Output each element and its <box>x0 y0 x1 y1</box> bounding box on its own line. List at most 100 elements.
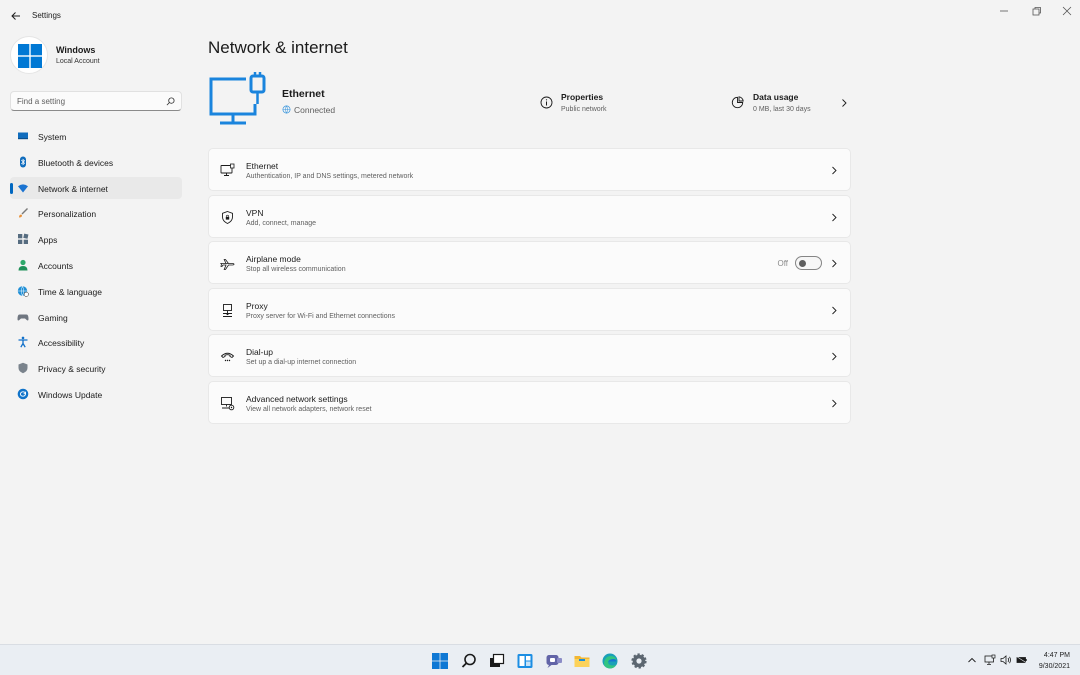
settings-icon[interactable] <box>630 652 648 670</box>
sidebar-item-label: Time & language <box>38 286 102 297</box>
dial-up-card[interactable]: Dial-up Set up a dial-up internet connec… <box>208 334 851 377</box>
proxy-card[interactable]: Proxy Proxy server for Wi-Fi and Etherne… <box>208 287 851 331</box>
sidebar-item-time-language[interactable]: Time & language <box>10 280 182 302</box>
globe-clock-icon <box>17 285 29 297</box>
sidebar-item-label: Accounts <box>38 260 73 271</box>
clock[interactable]: 4:47 PM 9/30/2021 <box>1039 650 1070 672</box>
restore-icon[interactable] <box>1025 4 1047 18</box>
back-arrow-icon[interactable] <box>8 8 24 24</box>
sidebar-item-label: Personalization <box>38 209 97 220</box>
file-explorer-icon[interactable] <box>573 652 591 670</box>
data-usage-subtitle: 0 MB, last 30 days <box>753 106 811 113</box>
chat-icon[interactable] <box>545 652 563 670</box>
connection-hero: Ethernet Connected Properties Public net… <box>208 70 850 132</box>
card-subtitle: Add, connect, manage <box>246 219 317 227</box>
sidebar-item-label: Bluetooth & devices <box>38 157 114 168</box>
connection-name: Ethernet <box>282 88 325 100</box>
airplane-mode-card[interactable]: Airplane mode Stop all wireless communic… <box>208 241 851 284</box>
minimize-icon[interactable] <box>993 4 1015 18</box>
account-type: Local Account <box>56 58 100 65</box>
chevron-right-icon <box>832 259 837 268</box>
vpn-card[interactable]: VPN Add, connect, manage <box>208 194 851 238</box>
card-subtitle: Authentication, IP and DNS settings, met… <box>246 173 414 180</box>
data-usage-icon <box>731 96 744 109</box>
title-bar: Settings <box>0 0 1080 32</box>
ethernet-pc-icon <box>209 72 266 125</box>
sidebar-item-bluetooth[interactable]: Bluetooth & devices <box>10 151 182 173</box>
brush-icon <box>19 208 28 218</box>
proxy-icon <box>223 303 232 317</box>
card-subtitle: View all network adapters, network reset <box>246 405 372 413</box>
sidebar-item-label: System <box>38 132 67 142</box>
gamepad-icon <box>17 314 29 321</box>
sidebar-item-label: Network & internet <box>38 183 108 194</box>
card-subtitle: Set up a dial-up internet connection <box>246 359 357 366</box>
advanced-network-settings-card[interactable]: Advanced network settings View all netwo… <box>208 380 851 424</box>
dialup-icon <box>220 352 235 362</box>
sidebar-item-label: Windows Update <box>38 389 103 400</box>
airplane-toggle-state: Off <box>777 259 788 268</box>
sidebar-item-label: Accessibility <box>38 338 85 349</box>
shield-icon <box>18 362 28 374</box>
volume-icon[interactable] <box>1000 654 1012 666</box>
sidebar-item-apps[interactable]: Apps <box>10 228 182 250</box>
info-icon <box>540 96 553 109</box>
chevron-right-icon <box>842 99 847 107</box>
card-title: Airplane mode <box>246 254 301 264</box>
card-title: VPN <box>246 207 264 218</box>
search-input[interactable]: Find a setting <box>10 91 182 111</box>
properties-subtitle: Public network <box>561 106 607 113</box>
advanced-network-icon <box>221 396 235 410</box>
card-subtitle: Proxy server for Wi-Fi and Ethernet conn… <box>246 312 396 320</box>
user-profile[interactable]: Windows Local Account <box>10 36 190 76</box>
ethernet-card[interactable]: Ethernet Authentication, IP and DNS sett… <box>208 148 851 191</box>
chevron-right-icon <box>832 213 837 221</box>
sidebar-item-label: Privacy & security <box>38 364 106 375</box>
widgets-icon[interactable] <box>516 652 534 670</box>
taskbar: 4:47 PM 9/30/2021 <box>0 644 1080 675</box>
sidebar-item-accessibility[interactable]: Accessibility <box>10 331 182 353</box>
sidebar-item-personalization[interactable]: Personalization <box>10 202 182 224</box>
search-placeholder: Find a setting <box>17 97 66 106</box>
system-icon <box>18 132 28 140</box>
card-title: Proxy <box>246 300 268 311</box>
ethernet-monitor-icon <box>220 163 235 176</box>
airplane-mode-toggle[interactable] <box>795 256 822 270</box>
network-icon[interactable] <box>984 654 996 666</box>
sidebar-nav: System Bluetooth & devices Network & int… <box>10 125 182 409</box>
user-name: Windows <box>56 45 96 55</box>
globe-icon <box>282 105 291 114</box>
sidebar-item-privacy-security[interactable]: Privacy & security <box>10 357 182 379</box>
chevron-right-icon <box>832 166 837 175</box>
active-indicator <box>10 182 13 194</box>
connection-status-text: Connected <box>294 105 336 115</box>
search-icon[interactable] <box>460 652 478 670</box>
sidebar-item-windows-update[interactable]: Windows Update <box>10 383 182 405</box>
page-title: Network & internet <box>208 38 348 57</box>
task-view-icon[interactable] <box>488 652 506 670</box>
wifi-icon <box>18 183 28 193</box>
start-icon[interactable] <box>431 652 449 670</box>
connection-status: Connected <box>282 105 335 115</box>
chevron-right-icon <box>832 399 837 407</box>
apps-icon <box>18 233 29 245</box>
chevron-right-icon <box>832 352 837 361</box>
sidebar-item-network[interactable]: Network & internet <box>10 176 182 199</box>
sidebar-item-label: Gaming <box>38 312 68 323</box>
card-title: Dial-up <box>246 347 273 357</box>
edge-icon[interactable] <box>601 652 619 670</box>
clock-date: 9/30/2021 <box>1038 663 1070 670</box>
data-usage-title: Data usage <box>753 92 799 102</box>
properties-link[interactable]: Properties Public network <box>540 92 660 118</box>
battery-icon[interactable] <box>1016 654 1028 666</box>
search-icon <box>166 97 175 106</box>
close-icon[interactable] <box>1056 4 1078 18</box>
chevron-up-icon[interactable] <box>966 654 978 666</box>
sidebar-item-system[interactable]: System <box>10 125 182 147</box>
clock-time: 4:47 PM <box>1043 652 1070 659</box>
card-title: Ethernet <box>246 161 279 171</box>
data-usage-link[interactable]: Data usage 0 MB, last 30 days <box>731 92 851 118</box>
sidebar-item-label: Apps <box>38 235 58 246</box>
sidebar-item-accounts[interactable]: Accounts <box>10 254 182 276</box>
sidebar-item-gaming[interactable]: Gaming <box>10 306 182 328</box>
